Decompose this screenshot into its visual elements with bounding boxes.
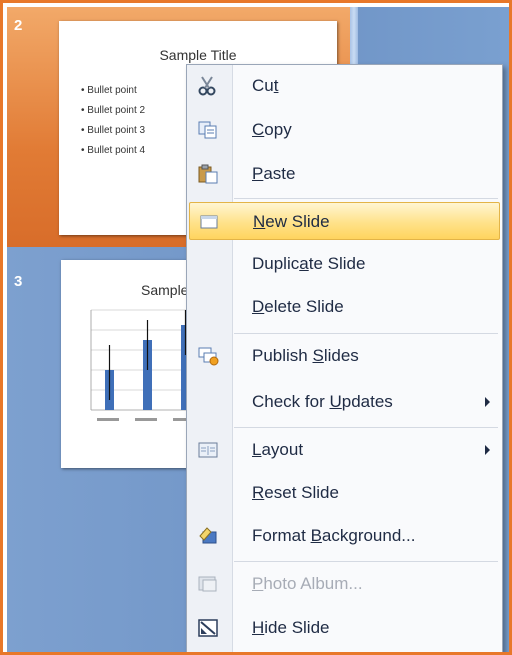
screenshot-frame: 2 Sample Title Bullet point Bullet point… [0, 0, 512, 655]
menu-item-label: Format Background... [252, 526, 416, 545]
menu-item-label: Delete Slide [252, 297, 344, 316]
publish-slides-icon [198, 347, 219, 366]
menu-item-publish-slides[interactable]: Publish Slides [189, 337, 500, 375]
menu-item-check-for-updates[interactable]: Check for Updates [189, 383, 500, 421]
hide-slide-icon [198, 619, 218, 637]
menu-item-label: Photo Album... [252, 574, 363, 593]
slide-title: Sample Title [159, 47, 237, 63]
bullet-list: Bullet point Bullet point 2 Bullet point… [81, 81, 145, 161]
scissors-icon [198, 76, 216, 96]
menu-item-copy[interactable]: Copy [189, 111, 500, 149]
layout-icon [198, 442, 218, 458]
menu-item-label: Hide Slide [252, 618, 330, 637]
chart-x-label [97, 418, 119, 421]
submenu-arrow-icon [485, 445, 490, 455]
menu-item-new-slide[interactable]: New Slide [189, 202, 500, 240]
bullet-item: Bullet point 4 [81, 141, 145, 161]
menu-item-format-background[interactable]: Format Background... [189, 517, 500, 555]
bullet-item: Bullet point 3 [81, 121, 145, 141]
menu-item-label: Check for Updates [252, 392, 393, 411]
menu-item-label: Cut [252, 76, 279, 95]
menu-item-reset-slide[interactable]: Reset Slide [189, 474, 500, 512]
menu-item-photo-album: Photo Album... [189, 565, 500, 603]
menu-item-hide-slide[interactable]: Hide Slide [189, 609, 500, 647]
menu-item-label: Copy [252, 120, 292, 139]
slide-number: 3 [14, 273, 23, 290]
menu-item-label: New Slide [253, 212, 330, 231]
paste-icon [198, 164, 218, 184]
menu-item-label: Duplicate Slide [252, 254, 366, 273]
new-slide-icon [200, 215, 218, 229]
menu-item-label: Paste [252, 164, 296, 183]
format-background-icon [199, 527, 217, 544]
chart-x-label [135, 418, 157, 421]
photo-album-icon [198, 576, 217, 592]
menu-item-layout[interactable]: Layout [189, 431, 500, 469]
menu-separator [234, 561, 498, 562]
menu-item-label: Layout [252, 440, 304, 459]
menu-item-duplicate-slide[interactable]: Duplicate Slide [189, 245, 500, 283]
menu-separator [234, 198, 498, 199]
menu-item-delete-slide[interactable]: Delete Slide [189, 288, 500, 326]
slide-number: 2 [14, 17, 23, 34]
menu-item-cut[interactable]: Cut [189, 67, 500, 105]
context-menu: Cut Copy Paste New Slide Duplicate Slide Dele… [186, 64, 503, 652]
bullet-item: Bullet point 2 [81, 101, 145, 121]
copy-icon [198, 121, 217, 139]
menu-separator [234, 427, 498, 428]
menu-item-label: Reset Slide [252, 483, 339, 502]
bullet-item: Bullet point [81, 81, 145, 101]
submenu-arrow-icon [485, 397, 490, 407]
menu-item-paste[interactable]: Paste [189, 155, 500, 193]
menu-item-label: Publish Slides [252, 346, 359, 365]
slide-title: Sample [141, 282, 189, 298]
menu-separator [234, 333, 498, 334]
